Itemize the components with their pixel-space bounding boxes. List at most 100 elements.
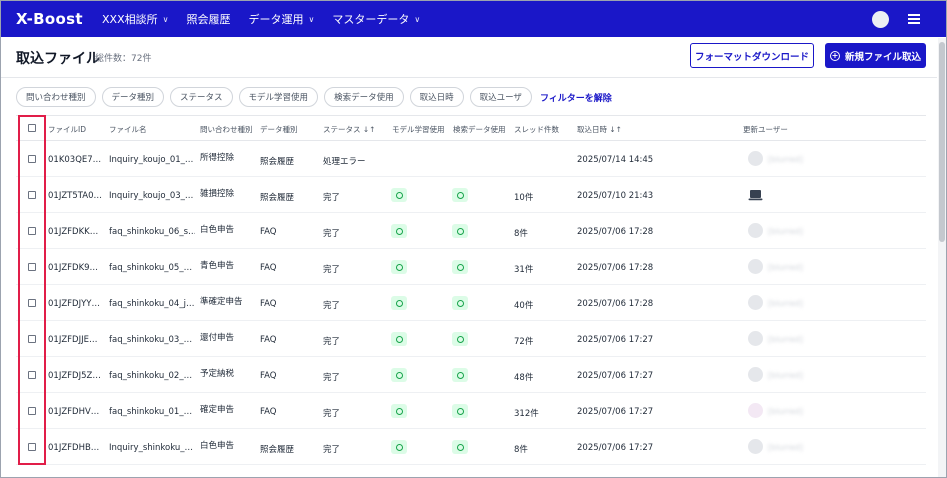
row-checkbox[interactable] xyxy=(28,371,36,379)
thread-count: 48件 xyxy=(514,373,534,383)
nav-item-1[interactable]: 照会履歴 xyxy=(186,11,230,27)
col-model-training: モデル学習使用 xyxy=(392,125,445,134)
thread-count: 10件 xyxy=(514,193,534,203)
data-type: FAQ xyxy=(260,371,277,381)
file-name[interactable]: faq_shinkoku_03_… xyxy=(109,335,195,345)
col-status[interactable]: ステータス ↓↑ xyxy=(323,124,375,135)
hamburger-menu-icon[interactable] xyxy=(908,14,920,24)
thread-count: 72件 xyxy=(514,337,534,347)
format-download-button[interactable]: フォーマットダウンロード xyxy=(690,43,814,68)
file-id: 01JZFDK9… xyxy=(48,263,99,273)
row-checkbox[interactable] xyxy=(28,155,36,163)
data-type: FAQ xyxy=(260,407,277,417)
filter-chip-5[interactable]: 取込日時 xyxy=(409,87,464,107)
plus-circle-icon: + xyxy=(829,50,840,61)
filter-chip-2[interactable]: ステータス xyxy=(170,87,233,107)
filter-bar: 問い合わせ種別 データ種別 ステータス モデル学習使用 検索データ使用 取込日時 取込ユーザ… xyxy=(16,87,612,107)
table-row[interactable]: 01JZFDHB… Inquiry_shinkoku_… 白色申告 照会履歴 完了 8件 2… xyxy=(16,429,926,465)
circle-check-icon xyxy=(395,227,403,235)
table-row[interactable]: 01JZFDJ5Z… faq_shinkoku_02_… 予定納税 FAQ 完了 48件 2… xyxy=(16,357,926,393)
import-date: 2025/07/10 21:43 xyxy=(577,191,654,201)
file-name[interactable]: faq_shinkoku_02_… xyxy=(109,371,195,381)
new-file-import-button[interactable]: + 新規ファイル取込 xyxy=(825,43,926,68)
updated-user-name: [blurred] xyxy=(768,299,803,308)
search-data-ok-badge xyxy=(452,332,468,346)
filter-chip-3[interactable]: モデル学習使用 xyxy=(238,87,319,107)
import-date: 2025/07/06 17:27 xyxy=(577,407,654,417)
nav-item-3[interactable]: マスターデータ ∨ xyxy=(332,11,420,27)
search-data-ok-badge xyxy=(452,296,468,310)
file-name[interactable]: Inquiry_koujo_03_… xyxy=(109,191,195,201)
row-checkbox[interactable] xyxy=(28,335,36,343)
inquiry-type: 還付申告 xyxy=(200,333,235,343)
search-data-ok-badge xyxy=(452,188,468,202)
file-id: 01JZFDKK… xyxy=(48,227,99,237)
circle-check-icon xyxy=(395,335,403,343)
file-name[interactable]: faq_shinkoku_01_… xyxy=(109,407,195,417)
thread-count: 40件 xyxy=(514,301,534,311)
model-training-ok-badge xyxy=(391,296,407,310)
file-id: 01JZFDJYY… xyxy=(48,299,100,309)
select-all-checkbox[interactable] xyxy=(28,124,36,132)
inquiry-type: 確定申告 xyxy=(200,405,235,415)
import-date: 2025/07/06 17:27 xyxy=(577,443,654,453)
laptop-icon xyxy=(748,187,763,202)
inquiry-type: 予定納税 xyxy=(200,369,235,379)
thread-count: 31件 xyxy=(514,265,534,275)
table-row[interactable]: 01JZFDJYY… faq_shinkoku_04_j… 準確定申告 FAQ 完了 40… xyxy=(16,285,926,321)
new-file-import-label: 新規ファイル取込 xyxy=(844,51,921,63)
filter-chip-6[interactable]: 取込ユーザ xyxy=(469,87,532,107)
table-row[interactable]: 01JZT5TA0… Inquiry_koujo_03_… 雑損控除 照会履歴 完了 10… xyxy=(16,177,926,213)
file-name[interactable]: Inquiry_shinkoku_… xyxy=(109,443,195,453)
import-date: 2025/07/14 14:45 xyxy=(577,155,654,165)
row-checkbox[interactable] xyxy=(28,443,36,451)
file-name[interactable]: faq_shinkoku_06_s… xyxy=(109,227,195,237)
nav-item-0[interactable]: XXX相談所 ∨ xyxy=(102,11,168,27)
clear-filter-link[interactable]: フィルターを解除 xyxy=(540,91,612,104)
file-name[interactable]: Inquiry_koujo_01_… xyxy=(109,155,195,165)
updated-user-name: [blurred] xyxy=(768,407,803,416)
filter-chip-1[interactable]: データ種別 xyxy=(101,87,165,107)
circle-check-icon xyxy=(456,227,464,235)
file-name[interactable]: faq_shinkoku_04_j… xyxy=(109,299,195,309)
col-file-id: ファイルID xyxy=(48,125,86,134)
table-row[interactable]: 01JZFDKK… faq_shinkoku_06_s… 白色申告 FAQ 完了 8件 20… xyxy=(16,213,926,249)
filter-chip-4[interactable]: 検索データ使用 xyxy=(324,87,404,107)
table-row[interactable]: 01JZFDJJE… faq_shinkoku_03_… 還付申告 FAQ 完了 72件 2… xyxy=(16,321,926,357)
nav-item-2[interactable]: データ運用 ∨ xyxy=(248,11,314,27)
nav-item-label: マスターデータ xyxy=(332,13,410,26)
table-row[interactable]: 01JZFDHV… faq_shinkoku_01_… 確定申告 FAQ 完了 312件 2… xyxy=(16,393,926,429)
file-id: 01K03QE7… xyxy=(48,155,102,165)
data-type: FAQ xyxy=(260,299,277,309)
file-id: 01JZFDHV… xyxy=(48,407,100,417)
row-checkbox[interactable] xyxy=(28,227,36,235)
vertical-scrollbar[interactable] xyxy=(938,38,946,477)
file-id: 01JZT5TA0… xyxy=(48,191,103,201)
status: 完了 xyxy=(323,373,341,383)
table-row[interactable]: 01JZFDK9… faq_shinkoku_05_… 青色申告 FAQ 完了 31件 20… xyxy=(16,249,926,285)
circle-check-icon xyxy=(395,263,403,271)
table-row[interactable]: 01K03QE7… Inquiry_koujo_01_… 所得控除 照会履歴 処理エラー… xyxy=(16,141,926,177)
col-import-date[interactable]: 取込日時 ↓↑ xyxy=(577,124,622,135)
row-checkbox[interactable] xyxy=(28,407,36,415)
import-date: 2025/07/06 17:28 xyxy=(577,263,654,273)
app-logo[interactable]: X-Boost xyxy=(16,10,83,28)
chevron-down-icon: ∨ xyxy=(414,14,421,24)
user-avatar[interactable] xyxy=(872,11,889,28)
model-training-ok-badge xyxy=(391,188,407,202)
col-data-type: データ種別 xyxy=(260,125,298,134)
row-checkbox[interactable] xyxy=(28,191,36,199)
filter-chip-0[interactable]: 問い合わせ種別 xyxy=(16,87,96,107)
file-name[interactable]: faq_shinkoku_05_… xyxy=(109,263,195,273)
user-avatar xyxy=(748,259,763,274)
col-inquiry-type: 問い合わせ種別 xyxy=(200,125,253,134)
status: 完了 xyxy=(323,301,341,311)
circle-check-icon xyxy=(456,299,464,307)
user-avatar xyxy=(748,331,763,346)
row-checkbox[interactable] xyxy=(28,263,36,271)
scrollbar-thumb[interactable] xyxy=(939,42,945,242)
model-training-ok-badge xyxy=(391,404,407,418)
updated-user-name: [blurred] xyxy=(768,227,803,236)
row-checkbox[interactable] xyxy=(28,299,36,307)
inquiry-type: 所得控除 xyxy=(200,153,235,163)
